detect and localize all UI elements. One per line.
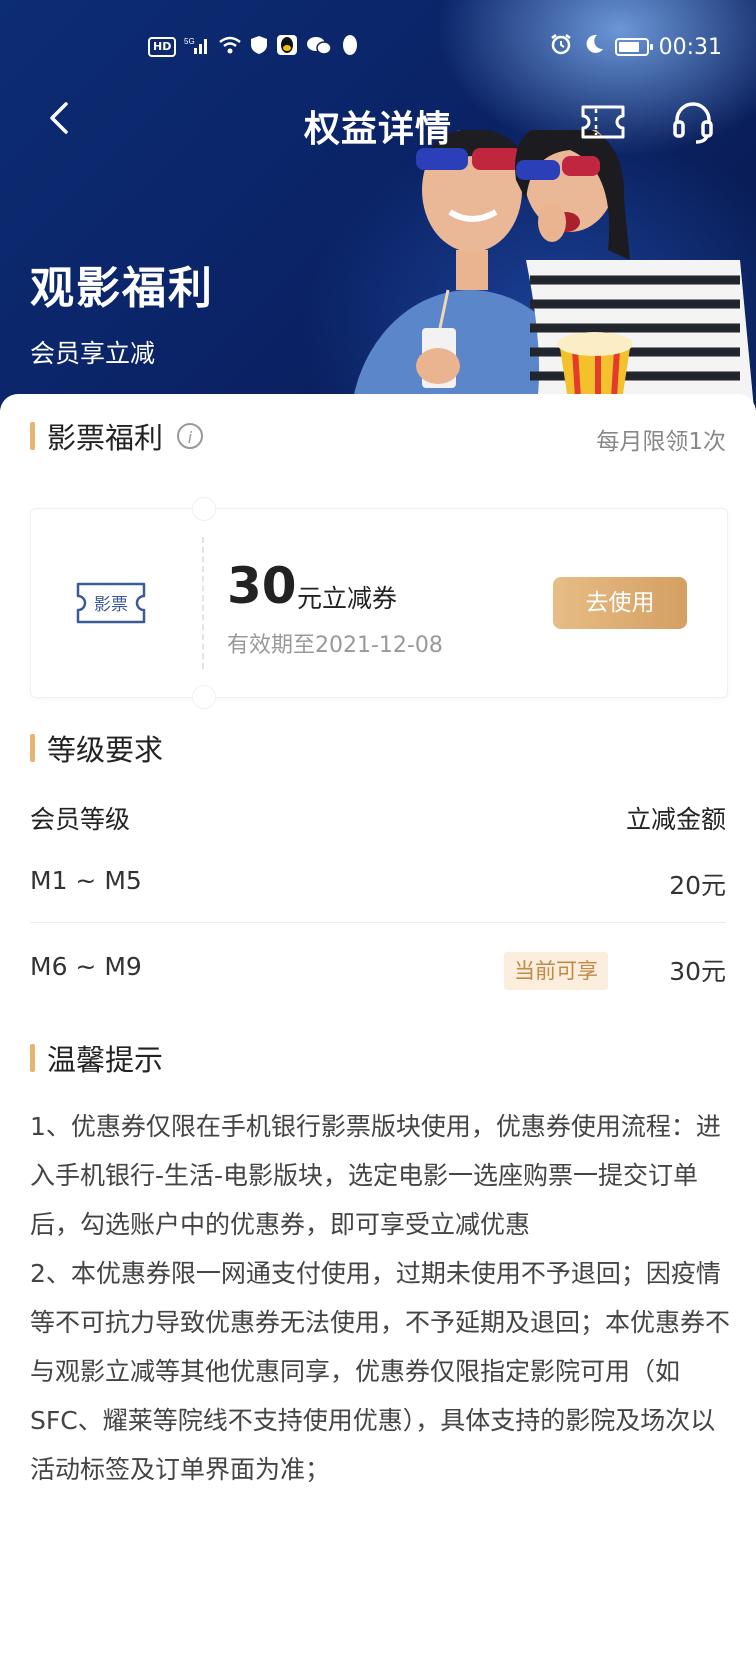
- row-level: M1 ~ M5: [30, 866, 142, 895]
- svg-text:5G: 5G: [184, 37, 195, 46]
- coupon-amount: 30: [227, 557, 297, 615]
- ticket-icon-label: 影票: [94, 595, 128, 615]
- ticket-icon: [581, 105, 625, 139]
- status-icons-right: 00:31: [549, 32, 722, 62]
- coupon-unit: 元立减券: [297, 584, 398, 613]
- status-time: 00:31: [658, 34, 722, 60]
- hero-title: 观影福利: [30, 263, 214, 314]
- coupon-notch: [192, 685, 216, 709]
- shield-icon: [250, 35, 268, 59]
- section-title: 等级要求: [47, 733, 164, 767]
- status-icons-left: HD 5G: [148, 34, 360, 60]
- level-section-header: 等级要求: [30, 728, 163, 768]
- customer-service-button[interactable]: [672, 100, 714, 144]
- section-accent-bar: [30, 1044, 35, 1072]
- level-table-header: 会员等级 立减金额: [30, 800, 726, 836]
- section-accent-bar: [30, 422, 35, 450]
- row-discount: 20元: [669, 871, 726, 900]
- tips-section-header: 温馨提示: [30, 1038, 163, 1078]
- coupon-divider: [202, 537, 204, 669]
- row-divider: [30, 922, 726, 923]
- penguin-icon: [340, 34, 360, 60]
- my-tickets-button[interactable]: [580, 104, 626, 140]
- ticket-section-header: 影票福利 i: [30, 416, 204, 456]
- coupon-card: 影票 30 元立减券 有效期至2021-12-08 去使用: [30, 497, 728, 709]
- status-bar: HD 5G 00:31: [0, 28, 756, 68]
- battery-icon: [614, 38, 653, 56]
- wechat-icon: [306, 35, 333, 59]
- tip-paragraph: 1、优惠券仅限在手机银行影票版块使用，优惠券使用流程：进入手机银行-生活-电影版…: [30, 1112, 721, 1239]
- table-row: M6 ~ M9 当前可享 30元: [30, 926, 726, 1006]
- headset-icon: [673, 102, 713, 144]
- header-discount: 立减金额: [625, 805, 726, 834]
- current-level-badge: 当前可享: [504, 952, 608, 990]
- alarm-icon: [549, 32, 573, 62]
- section-title: 温馨提示: [47, 1043, 164, 1077]
- moon-icon: [583, 33, 605, 61]
- row-level: M6 ~ M9: [30, 952, 142, 981]
- info-icon[interactable]: i: [177, 423, 204, 449]
- coupon-expiry: 有效期至2021-12-08: [227, 633, 443, 658]
- benefit-content: 影票福利 i 每月限领1次 影票 30 元立减券 有效期至2021-12-08 …: [0, 394, 756, 1663]
- wifi-icon: [218, 36, 242, 58]
- hd-icon: HD: [148, 37, 177, 57]
- movie-ticket-icon: 影票: [76, 582, 146, 624]
- use-coupon-button[interactable]: 去使用: [553, 577, 687, 629]
- hero-banner: HD 5G 00:31 权益详情 观影福利 会员享立减: [0, 0, 756, 410]
- qq-icon: [276, 34, 298, 60]
- claim-limit-text: 每月限领1次: [596, 429, 726, 455]
- page-title: 权益详情: [303, 109, 452, 150]
- section-accent-bar: [30, 734, 35, 762]
- signal-icon: 5G: [184, 36, 210, 58]
- table-row: M1 ~ M5 20元: [30, 840, 726, 920]
- tip-paragraph: 2、本优惠券限一网通支付使用，过期未使用不予退回；因疫情等不可抗力导致优惠券无法…: [30, 1259, 731, 1484]
- row-discount: 30元: [669, 957, 726, 986]
- header-level: 会员等级: [30, 805, 131, 834]
- section-title: 影票福利: [47, 421, 164, 455]
- hero-subtitle: 会员享立减: [30, 339, 156, 368]
- coupon-notch: [192, 497, 216, 521]
- tips-text: 1、优惠券仅限在手机银行影票版块使用，优惠券使用流程：进入手机银行-生活-电影版…: [30, 1102, 730, 1494]
- couple-watching-movie-image: [351, 130, 755, 410]
